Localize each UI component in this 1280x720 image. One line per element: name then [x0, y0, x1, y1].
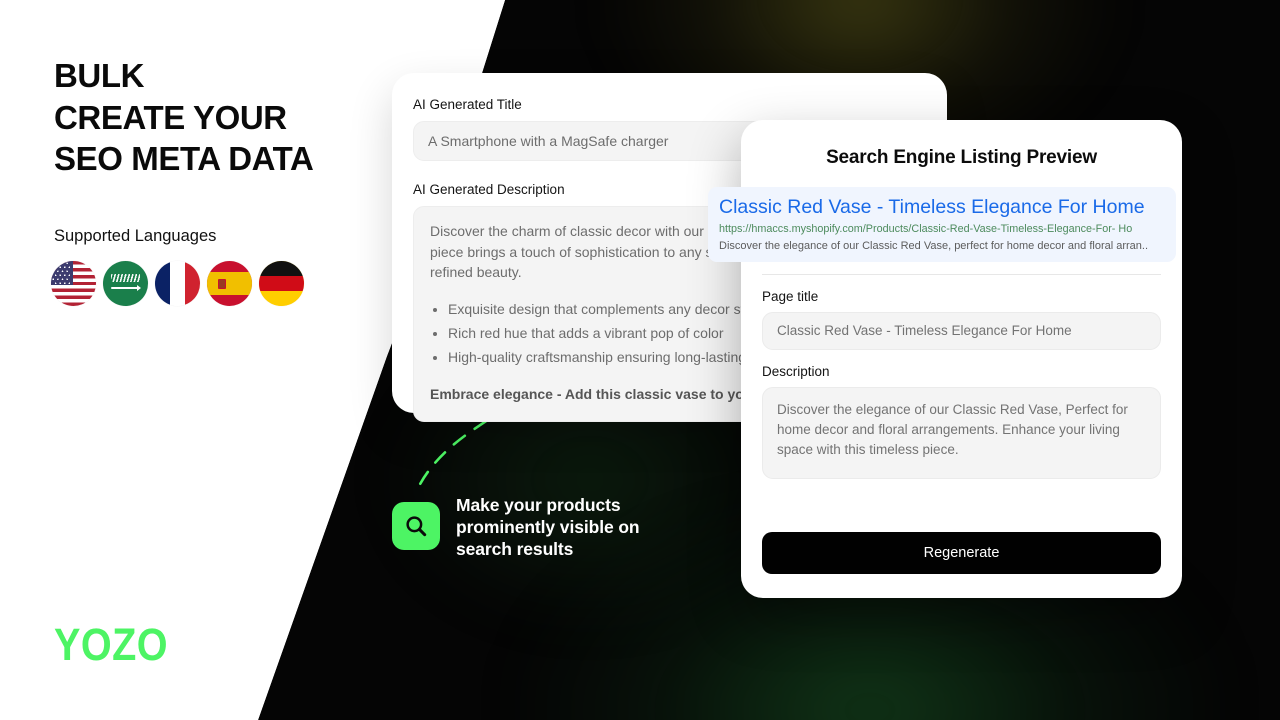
preview-heading: Search Engine Listing Preview — [826, 147, 1097, 168]
es-yellow-band — [207, 272, 252, 295]
es-coat-of-arms — [218, 279, 226, 289]
us-stars — [51, 261, 73, 286]
fr-blue-band — [155, 261, 170, 306]
yozo-logo: YOZO — [54, 619, 168, 670]
supported-languages-label: Supported Languages — [54, 227, 217, 245]
de-gold-band — [259, 290, 304, 306]
flag-germany — [259, 261, 304, 306]
sa-shahada — [111, 274, 140, 282]
ai-title-label: AI Generated Title — [413, 97, 522, 112]
de-black-band — [259, 261, 304, 276]
headline-line-3: SEO META DATA — [54, 140, 314, 178]
callout-text: Make your products prominently visible o… — [456, 495, 640, 560]
search-engine-listing-preview-card: Search Engine Listing Preview Classic Re… — [708, 120, 1182, 598]
description-label: Description — [762, 363, 830, 379]
serp-url: https://hmaccs.myshopify.com/Products/Cl… — [719, 222, 1133, 235]
search-icon — [406, 516, 427, 537]
divider — [762, 273, 1161, 275]
fr-white-band — [169, 261, 185, 306]
serp-title-link[interactable]: Classic Red Vase - Timeless Elegance For… — [719, 196, 1165, 219]
sa-sword — [111, 285, 141, 291]
callout: Make your products prominently visible o… — [392, 495, 640, 560]
regenerate-button[interactable]: Regenerate — [762, 532, 1161, 574]
page-title-label: Page title — [762, 288, 819, 304]
flag-saudi-arabia — [103, 261, 148, 306]
search-badge — [392, 502, 440, 550]
headline-line-1: BULK — [54, 57, 145, 94]
supported-languages-flags — [51, 261, 304, 306]
flag-spain — [207, 261, 252, 306]
serp-snippet: Classic Red Vase - Timeless Elegance For… — [708, 187, 1176, 262]
serp-description: Discover the elegance of our Classic Red… — [719, 239, 1149, 252]
left-column: BULK CREATE YOUR SEO META DATA Supported… — [0, 0, 390, 720]
page-title: BULK CREATE YOUR SEO META DATA — [54, 55, 384, 180]
description-textarea[interactable]: Discover the elegance of our Classic Red… — [762, 386, 1161, 479]
fr-red-band — [184, 261, 200, 306]
page-title-input[interactable]: Classic Red Vase - Timeless Elegance For… — [762, 311, 1161, 350]
flag-united-states — [51, 261, 96, 306]
de-red-band — [259, 275, 304, 291]
flag-france — [155, 261, 200, 306]
headline-line-2: CREATE YOUR — [54, 98, 287, 136]
